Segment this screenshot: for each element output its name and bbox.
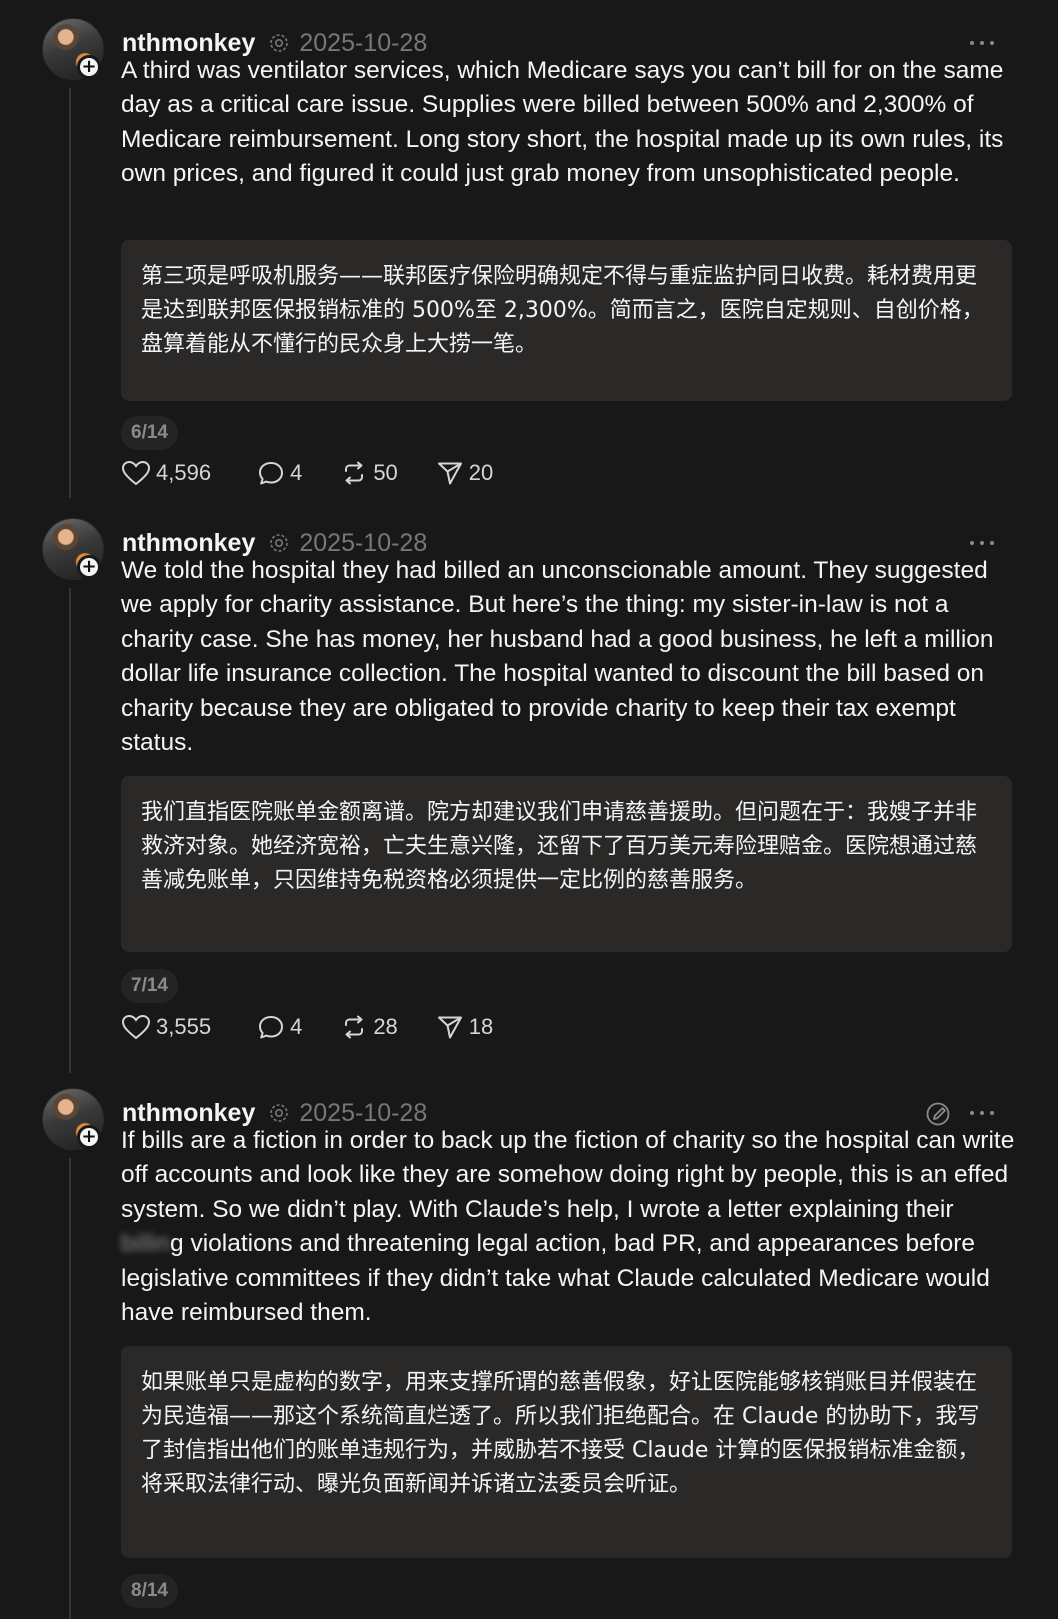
share-icon — [437, 1016, 462, 1039]
like-count: 3,555 — [156, 1014, 212, 1039]
heart-icon — [121, 1014, 151, 1040]
translation-text: 第三项是呼吸机服务——联邦医疗保险明确规定不得与重症监护同日收费。耗材费用更是达… — [141, 264, 984, 357]
reply-count: 4 — [290, 460, 303, 485]
translation-box: 如果账单只是虚构的数字，用来支撑所谓的慈善假象，好让医院能够核销账目并假装在为民… — [121, 1346, 1012, 1558]
avatar[interactable]: + — [42, 18, 104, 80]
reply-icon — [259, 462, 284, 485]
more-icon[interactable] — [970, 1102, 994, 1124]
blurred-text: billin — [121, 1230, 171, 1258]
like-button[interactable]: 3,555 — [121, 1014, 211, 1040]
reply-count: 4 — [290, 1014, 303, 1039]
translation-text: 如果账单只是虚构的数字，用来支撑所谓的慈善假象，好让医院能够核销账目并假装在为民… — [141, 1370, 980, 1497]
share-button[interactable]: 18 — [436, 1014, 493, 1040]
avatar[interactable]: + — [42, 1088, 104, 1150]
post-text: We told the hospital they had billed an … — [121, 557, 994, 757]
thread-line — [69, 1158, 71, 1619]
translation-text: 我们直指医院账单金额离谱。院方却建议我们申请慈善援助。但问题在于：我嫂子并非救济… — [141, 800, 978, 893]
repost-count: 28 — [373, 1014, 398, 1039]
repost-count: 50 — [373, 460, 398, 485]
post-text-end: g violations and threatening legal actio… — [121, 1230, 990, 1327]
repost-button[interactable]: 28 — [340, 1014, 398, 1040]
plus-icon[interactable]: + — [77, 55, 101, 79]
share-count: 20 — [468, 460, 494, 485]
post-text: A third was ventilator services, which M… — [121, 57, 1004, 188]
share-button[interactable]: 20 — [436, 460, 493, 486]
thread-post: + nthmonkey 2025-10-28 If bills are a fi… — [0, 1088, 1058, 1619]
thread-post: + nthmonkey 2025-10-28 We told the hospi… — [0, 518, 1058, 1073]
thread-page-indicator: 6/14 — [121, 416, 178, 450]
post-text-start: If bills are a fiction in order to back … — [121, 1127, 1015, 1223]
reply-button[interactable]: 4 — [257, 1014, 302, 1040]
more-icon[interactable] — [970, 532, 994, 554]
share-count: 18 — [468, 1014, 494, 1039]
repost-icon — [345, 1015, 364, 1039]
heart-icon — [121, 460, 151, 486]
share-icon — [437, 462, 462, 485]
plus-icon[interactable]: + — [77, 555, 101, 579]
translation-box: 第三项是呼吸机服务——联邦医疗保险明确规定不得与重症监护同日收费。耗材费用更是达… — [121, 240, 1012, 401]
plus-icon[interactable]: + — [77, 1125, 101, 1149]
ai-label-icon — [268, 1102, 290, 1124]
more-icon[interactable] — [970, 32, 994, 54]
like-button[interactable]: 4,596 — [121, 460, 211, 486]
reply-button[interactable]: 4 — [257, 460, 302, 486]
thread-line — [69, 588, 71, 1073]
like-count: 4,596 — [156, 460, 212, 485]
repost-icon — [345, 461, 364, 485]
avatar[interactable]: + — [42, 518, 104, 580]
thread-page-indicator: 7/14 — [121, 969, 178, 1003]
repost-button[interactable]: 50 — [340, 460, 398, 486]
thread-line — [69, 88, 71, 498]
action-bar: 4,596 4 50 20 — [121, 458, 493, 488]
thread-post: + nthmonkey 2025-10-28 A third was venti… — [0, 18, 1058, 498]
thread-page-indicator: 8/14 — [121, 1574, 178, 1608]
translation-box: 我们直指医院账单金额离谱。院方却建议我们申请慈善援助。但问题在于：我嫂子并非救济… — [121, 776, 1012, 952]
post-text: If bills are a fiction in order to back … — [121, 1124, 1021, 1330]
ai-label-icon — [268, 32, 290, 54]
reply-icon — [259, 1016, 284, 1039]
action-bar: 3,555 4 28 18 — [121, 1012, 493, 1042]
ai-label-icon — [268, 532, 290, 554]
